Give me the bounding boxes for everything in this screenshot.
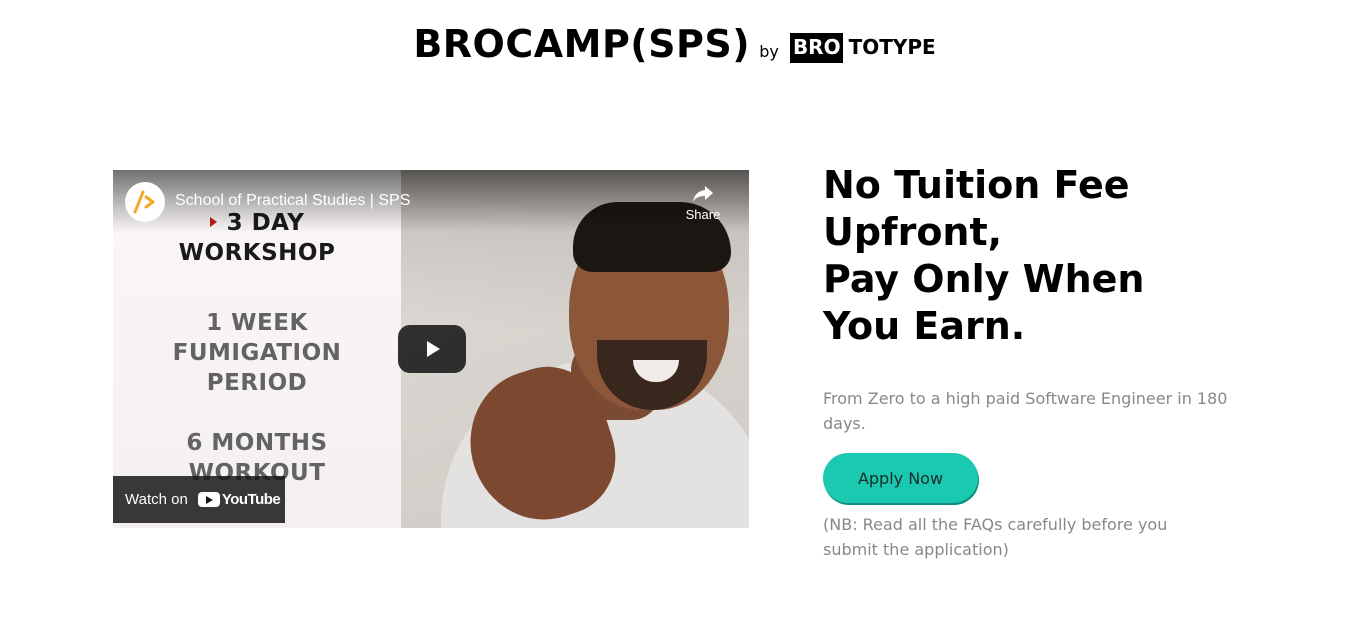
hero-heading-line: You Earn. — [823, 304, 1026, 348]
thumbnail-line: FUMIGATION — [172, 340, 342, 366]
play-icon — [427, 341, 440, 357]
hero-heading: No Tuition Fee Upfront, Pay Only When Yo… — [823, 162, 1263, 350]
youtube-label: YouTube — [221, 491, 281, 508]
hero-heading-line: No Tuition Fee — [823, 163, 1130, 207]
hero-heading-line: Pay Only When — [823, 257, 1145, 301]
channel-logo-icon[interactable] — [125, 182, 165, 222]
share-label: Share — [685, 207, 721, 222]
brand-title: BROCAMP(SPS) — [413, 22, 751, 66]
watch-on-youtube-button[interactable]: Watch on YouTube — [113, 476, 285, 523]
youtube-logo-icon: YouTube — [197, 491, 281, 508]
thumbnail-line: 1 WEEK — [206, 310, 308, 336]
share-icon — [693, 186, 713, 202]
hero-subtitle: From Zero to a high paid Software Engine… — [823, 389, 1228, 433]
video-title-link[interactable]: School of Practical Studies | SPS — [175, 192, 410, 210]
site-header: BROCAMP(SPS) by BRO TOTYPE — [0, 22, 1349, 66]
thumbnail-line: WORKSHOP — [178, 240, 336, 266]
logo-rest-text: TOTYPE — [848, 35, 936, 59]
by-text: by — [759, 42, 779, 61]
logo-box-text: BRO — [789, 33, 843, 63]
share-button[interactable]: Share — [679, 184, 727, 222]
thumbnail-line: 6 MONTHS — [186, 430, 328, 456]
brototype-logo[interactable]: BRO TOTYPE — [789, 33, 936, 63]
hero-heading-line: Upfront, — [823, 210, 1003, 254]
watch-on-label: Watch on — [125, 491, 188, 508]
play-button[interactable] — [398, 325, 466, 373]
apply-now-button[interactable]: Apply Now — [823, 453, 978, 503]
youtube-video-embed[interactable]: 3 DAY WORKSHOP 1 WEEK FUMIGATION PERIOD … — [113, 170, 749, 528]
thumbnail-line: PERIOD — [206, 370, 308, 396]
faq-note: (NB: Read all the FAQs carefully before … — [823, 515, 1168, 559]
